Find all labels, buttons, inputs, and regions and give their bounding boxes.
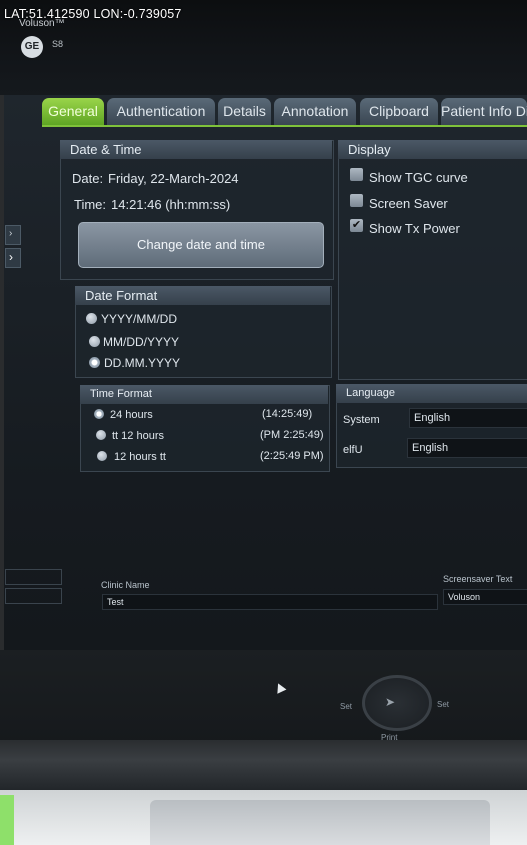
device-housing [150, 800, 490, 845]
screensaver-text-input[interactable]: Voluson [443, 589, 527, 605]
tab-details[interactable]: Details [218, 98, 271, 125]
clinic-name-input[interactable]: Test [102, 594, 438, 610]
show-tx-power-checkbox[interactable]: ✔ [350, 219, 363, 232]
date-label: Date: [72, 171, 104, 186]
time-format-example-2: (PM 2:25:49) [260, 429, 324, 441]
system-language-label: System [343, 414, 380, 426]
time-label: Time: [74, 197, 107, 212]
date-format-option-3: DD.MM.YYYY [104, 356, 181, 370]
screen-saver-label: Screen Saver [369, 196, 448, 211]
time-format-example-3: (2:25:49 PM) [260, 450, 324, 462]
time-format-radio-3[interactable] [97, 451, 107, 461]
time-format-header: Time Format [80, 385, 328, 404]
side-expand-button-2[interactable]: › [5, 248, 21, 268]
show-tgc-checkbox[interactable] [350, 168, 363, 181]
language-header: Language [336, 384, 527, 403]
time-format-radio-2[interactable] [96, 430, 106, 440]
pointer-icon: ➤ [385, 695, 396, 709]
chevron-right-icon: › [9, 250, 13, 264]
tab-patient-info[interactable]: Patient Info Di [441, 98, 527, 125]
date-value: Friday, 22-March-2024 [108, 171, 239, 186]
time-format-radio-1[interactable] [94, 409, 104, 419]
screen-saver-checkbox[interactable] [350, 194, 363, 207]
screensaver-text-label: Screensaver Text [443, 574, 513, 584]
show-tx-power-label: Show Tx Power [369, 221, 460, 236]
left-field-2[interactable] [5, 588, 62, 604]
clinic-name-label: Clinic Name [101, 580, 150, 590]
checkmark-icon: ✔ [351, 219, 362, 231]
model-label: S8 [52, 39, 64, 49]
monitor-frame [0, 740, 527, 790]
change-date-time-button[interactable]: Change date and time [78, 222, 324, 268]
datetime-header: Date & Time [60, 140, 332, 159]
display-header: Display [338, 140, 527, 159]
date-format-radio-2[interactable] [89, 336, 100, 347]
chevron-right-icon: › [9, 228, 13, 239]
date-format-radio-3[interactable] [89, 357, 100, 368]
time-format-example-1: (14:25:49) [262, 408, 313, 420]
tab-general[interactable]: General [42, 98, 104, 125]
side-expand-button-1[interactable]: › [5, 225, 21, 245]
date-format-header: Date Format [75, 286, 330, 305]
tab-annotation[interactable]: Annotation [274, 98, 356, 125]
date-format-option-1: YYYY/MM/DD [101, 312, 178, 326]
ge-logo-icon: GE [21, 36, 43, 58]
system-language-select[interactable]: English [409, 408, 527, 428]
elfu-language-select[interactable]: English [407, 438, 527, 458]
gps-overlay: LAT:51.412590 LON:-0.739057 [4, 7, 182, 21]
trackball-control[interactable] [362, 675, 432, 731]
tab-authentication[interactable]: Authentication [107, 98, 215, 125]
date-format-option-2: MM/DD/YYYY [103, 335, 180, 349]
show-tgc-label: Show TGC curve [369, 170, 468, 185]
time-value: 14:21:46 (hh:mm:ss) [111, 197, 231, 212]
tab-underline [42, 125, 527, 127]
date-format-radio-1[interactable] [86, 313, 97, 324]
tab-clipboard[interactable]: Clipboard [360, 98, 438, 125]
time-format-option-2: tt 12 hours [112, 430, 164, 442]
left-field-1[interactable] [5, 569, 62, 585]
time-format-option-3: 12 hours tt [114, 451, 166, 463]
time-format-option-1: 24 hours [110, 409, 153, 421]
set-left-label[interactable]: Set [340, 702, 352, 711]
elfu-language-label: elfU [343, 444, 363, 456]
set-right-label[interactable]: Set [437, 700, 449, 709]
green-strip [0, 795, 14, 845]
